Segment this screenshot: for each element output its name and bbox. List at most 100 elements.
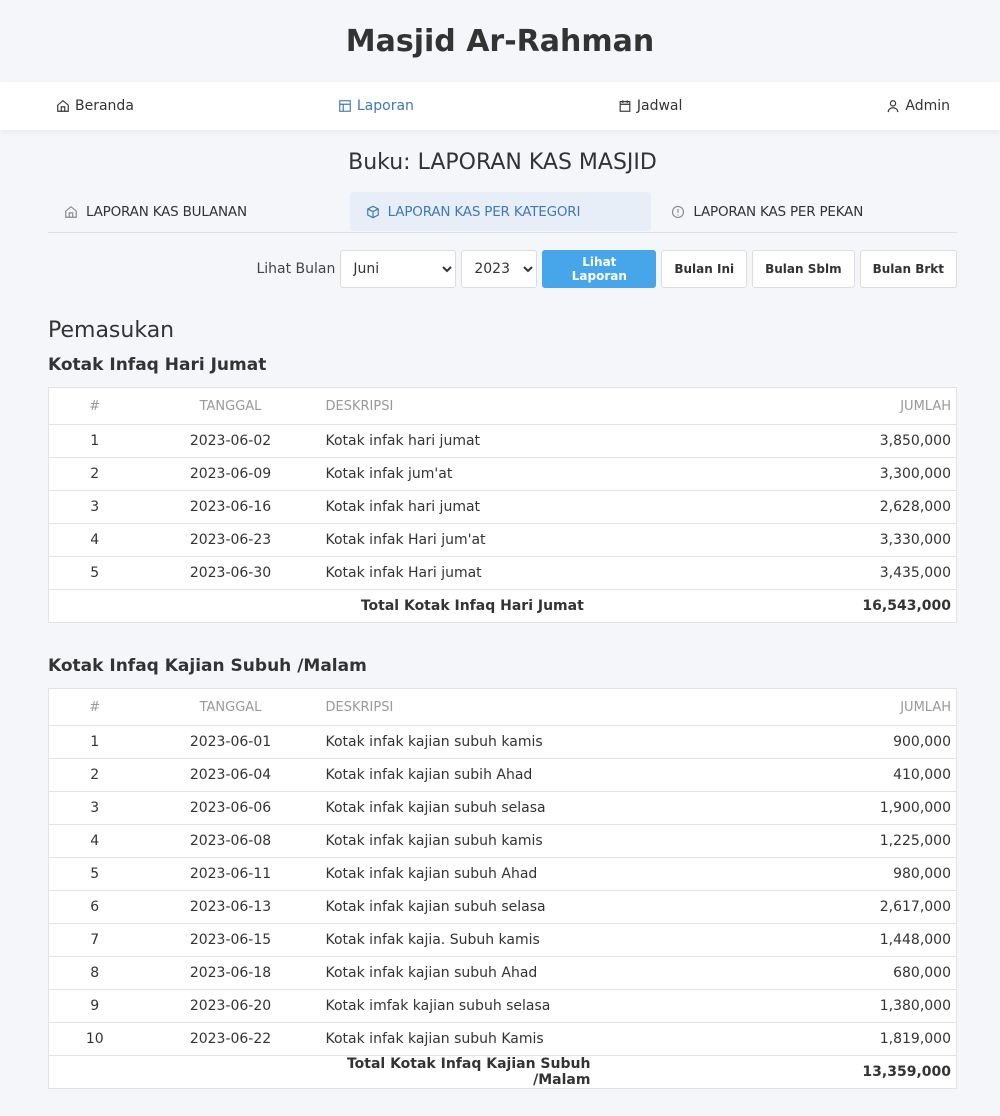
nav-jadwal[interactable]: Jadwal [618, 98, 683, 114]
table-cell: Kotak infak kajian subuh Kamis [320, 1022, 863, 1056]
table-cell: 1,448,000 [862, 923, 957, 957]
column-header: JUMLAH [900, 699, 951, 715]
table-cell: 2023-06-04 [140, 758, 321, 792]
site-header: Masjid Ar-Rahman [0, 0, 1000, 82]
table-cell: 1,819,000 [862, 1022, 957, 1056]
total-value: 13,359,000 [862, 1055, 957, 1089]
table-cell: 2023-06-13 [140, 890, 321, 924]
table-cell: 2023-06-18 [140, 956, 321, 990]
table-cell: 3,435,000 [855, 556, 957, 590]
category-table: # TANGGAL DESKRIPSI JUMLAH 1 2023-06-01 Kotak … [48, 688, 957, 1089]
table-cell: 2023-06-09 [140, 457, 321, 491]
table-row: 9 2023-06-20 Kotak imfak kajian subuh sela… [48, 989, 957, 1023]
table-cell: 10 [48, 1022, 141, 1056]
nav-beranda[interactable]: Beranda [56, 98, 134, 114]
column-header: JUMLAH [900, 398, 951, 414]
table-cell: 2023-06-22 [140, 1022, 321, 1056]
month-select[interactable]: Juni [340, 250, 457, 288]
table-cell: Kotak imfak kajian subuh selasa [320, 989, 863, 1023]
column-header: # [89, 699, 101, 715]
table-row: 10 2023-06-22 Kotak infak kajian subuh Kam… [48, 1022, 957, 1056]
nav-label: Jadwal [636, 98, 683, 114]
table-cell: Kotak infak kajian subuh Ahad [320, 857, 863, 891]
table-cell: 2023-06-11 [140, 857, 321, 891]
table-cell: 6 [48, 890, 141, 924]
alert-circle-icon [672, 205, 685, 218]
table-cell: 2023-06-08 [140, 824, 321, 858]
tab-kas-per-pekan[interactable]: LAPORAN KAS PER PEKAN [655, 192, 957, 231]
nav-label: Admin [905, 98, 950, 114]
table-row: 6 2023-06-13 Kotak infak kajian subuh sela… [48, 890, 957, 924]
table-cell: 5 [48, 857, 141, 891]
table-cell: 1,380,000 [862, 989, 957, 1023]
table-cell: Kotak infak kajian subuh kamis [320, 824, 863, 858]
table-cell: Kotak infak kajian subih Ahad [320, 758, 863, 792]
table-cell: 2 [48, 457, 141, 491]
table-cell: 3,330,000 [855, 523, 957, 557]
table-row: 5 2023-06-30 Kotak infak Hari jumat 3,435,0… [48, 556, 957, 590]
table-cell: 1 [48, 424, 141, 458]
table-cell: Kotak infak hari jumat [320, 490, 856, 524]
table-cell: 1,900,000 [862, 791, 957, 825]
column-header: TANGGAL [199, 699, 262, 715]
home-icon [65, 205, 77, 218]
total-value: 16,543,000 [855, 589, 957, 623]
table-cell: Kotak infak Hari jumat [320, 556, 856, 590]
table-cell: 3 [48, 791, 141, 825]
nav-label: Laporan [356, 98, 414, 114]
table-row: 1 2023-06-01 Kotak infak kajian subuh kami… [48, 725, 957, 759]
column-header: # [89, 398, 101, 414]
box-icon [366, 205, 379, 218]
app-title: Masjid Ar-Rahman [345, 23, 655, 59]
table-cell: 900,000 [862, 725, 957, 759]
table-cell: Kotak infak Hari jum'at [320, 523, 856, 557]
main-nav: Beranda Laporan Jadwal Admin [0, 82, 1000, 130]
table-cell: Kotak infak kajian subuh kamis [320, 725, 863, 759]
table-cell: Kotak infak kajian subuh Ahad [320, 956, 863, 990]
category-title: Kotak Infaq Hari Jumat [48, 355, 267, 375]
table-cell: 2023-06-20 [140, 989, 321, 1023]
month-label: Lihat Bulan [256, 261, 336, 277]
tab-label: LAPORAN KAS BULANAN [86, 203, 247, 220]
table-cell: Kotak infak kajian subuh selasa [320, 791, 863, 825]
table-cell: 410,000 [862, 758, 957, 792]
table-row: 2 2023-06-04 Kotak infak kajian subih Ahad… [48, 758, 957, 792]
nav-admin[interactable]: Admin [886, 98, 950, 114]
prev-month-button[interactable]: Bulan Sblm [752, 250, 855, 288]
table-cell: 1,225,000 [862, 824, 957, 858]
table-cell: 3,300,000 [855, 457, 957, 491]
year-select[interactable]: 2023 [461, 250, 538, 288]
total-row: Total Kotak Infaq Hari Jumat 16,543,000 [48, 589, 957, 623]
table-cell: 2023-06-16 [140, 490, 321, 524]
table-cell: 2023-06-23 [140, 523, 321, 557]
table-cell: 980,000 [862, 857, 957, 891]
category-table: # TANGGAL DESKRIPSI JUMLAH 1 2023-06-02 Kotak … [48, 387, 957, 623]
table-cell: 5 [48, 556, 141, 590]
next-month-button[interactable]: Bulan Brkt [859, 250, 957, 288]
table-row: 3 2023-06-06 Kotak infak kajian subuh sela… [48, 791, 957, 825]
table-cell: Kotak infak kajian subuh selasa [320, 890, 863, 924]
category-title: Kotak Infaq Kajian Subuh /Malam [48, 656, 367, 676]
tab-kas-bulanan[interactable]: LAPORAN KAS BULANAN [48, 192, 350, 231]
table-row: 4 2023-06-23 Kotak infak Hari jum'at 3,330,… [48, 523, 957, 557]
table-row: 8 2023-06-18 Kotak infak kajian subuh Ahad… [48, 956, 957, 990]
tab-label: LAPORAN KAS PER PEKAN [693, 203, 864, 220]
total-label: Total Kotak Infaq Kajian Subuh /Malam [320, 1055, 863, 1089]
view-report-button[interactable]: Lihat Laporan [542, 250, 657, 288]
table-row: 2 2023-06-09 Kotak infak jum'at 3,300,000 [48, 457, 957, 491]
table-cell: 2,617,000 [862, 890, 957, 924]
table-cell: 7 [48, 923, 141, 957]
this-month-button[interactable]: Bulan Ini [661, 250, 748, 288]
column-header: DESKRIPSI [325, 699, 394, 715]
nav-laporan[interactable]: Laporan [338, 98, 414, 114]
filter-bar: Lihat Bulan Juni 2023 Lihat Laporan Bula… [48, 250, 957, 288]
page-title: Buku: LAPORAN KAS MASJID [348, 150, 657, 175]
user-icon [887, 100, 899, 113]
table-cell: 3 [48, 490, 141, 524]
table-cell: 4 [48, 523, 141, 557]
column-header: DESKRIPSI [325, 398, 394, 414]
table-cell: 2023-06-30 [140, 556, 321, 590]
table-row: 5 2023-06-11 Kotak infak kajian subuh Ahad… [48, 857, 957, 891]
tab-kas-per-kategori[interactable]: LAPORAN KAS PER KATEGORI [349, 192, 652, 231]
table-cell: 2023-06-15 [140, 923, 321, 957]
